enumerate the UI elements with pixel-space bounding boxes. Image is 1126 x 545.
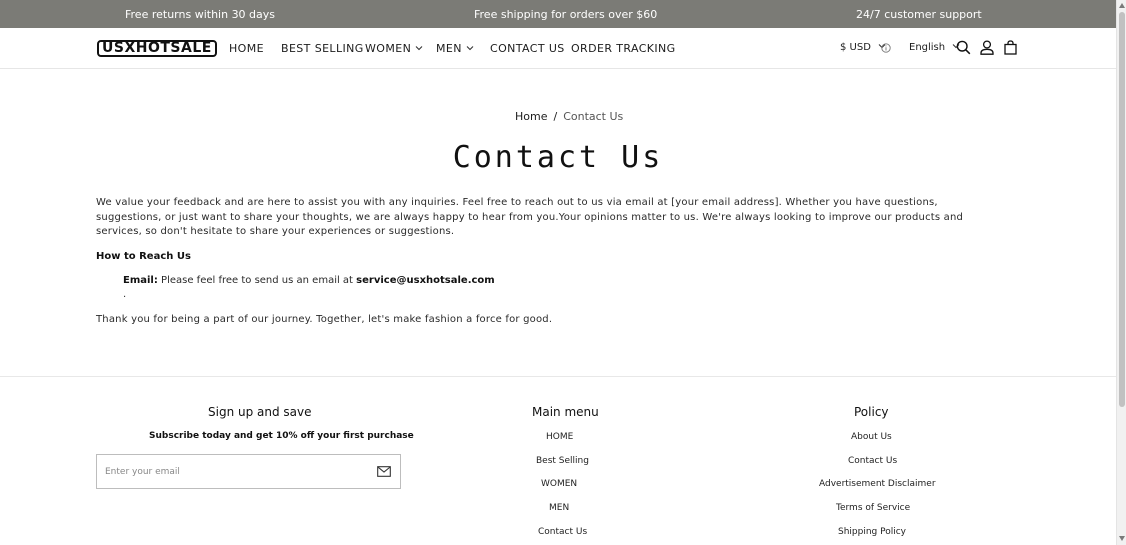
signup-heading: Sign up and save: [208, 405, 312, 419]
footer-link-men[interactable]: MEN: [549, 503, 569, 513]
email-contact-item: Email: Please feel free to send us an em…: [123, 275, 495, 286]
nav-home[interactable]: HOME: [229, 42, 264, 55]
scroll-up-arrow-icon[interactable]: [1119, 3, 1125, 8]
account-icon[interactable]: [980, 40, 994, 55]
scroll-down-arrow-icon[interactable]: [1119, 536, 1125, 541]
footer-link-women[interactable]: WOMEN: [541, 479, 577, 489]
announcement-bar: Free returns within 30 days Free shippin…: [0, 0, 1116, 28]
email-label: Email:: [123, 275, 158, 286]
chevron-down-icon: [466, 45, 474, 51]
search-icon[interactable]: [956, 40, 971, 55]
footer-link-advertisement-disclaimer[interactable]: Advertisement Disclaimer: [819, 479, 936, 489]
site-logo[interactable]: USXHOTSALE: [97, 40, 217, 57]
main-menu-heading: Main menu: [532, 405, 599, 419]
reach-us-heading: How to Reach Us: [96, 251, 191, 262]
policy-heading: Policy: [854, 405, 889, 419]
footer-divider: [0, 376, 1116, 377]
page-title: Contact Us: [452, 140, 664, 175]
breadcrumb-current: Contact Us: [563, 110, 624, 123]
footer-link-best-selling[interactable]: Best Selling: [536, 456, 589, 466]
nav-men-label: MEN: [436, 42, 462, 55]
envelope-submit-icon[interactable]: [377, 466, 391, 477]
site-header: USXHOTSALE HOME BEST SELLING WOMEN MEN C…: [0, 28, 1116, 69]
scroll-thumb[interactable]: [1119, 12, 1125, 407]
breadcrumb-separator: /: [553, 110, 558, 123]
thanks-paragraph: Thank you for being a part of our journe…: [96, 314, 553, 325]
footer-link-policy-contact-us[interactable]: Contact Us: [848, 456, 897, 466]
newsletter-form: [96, 454, 401, 489]
chevron-down-icon: [415, 45, 423, 51]
currency-selector[interactable]: $ USD: [840, 42, 886, 53]
footer-link-home[interactable]: HOME: [546, 432, 573, 442]
footer-link-terms-of-service[interactable]: Terms of Service: [836, 503, 910, 513]
nav-contact-us[interactable]: CONTACT US: [490, 42, 565, 55]
announcement-support: 24/7 customer support: [856, 8, 982, 21]
email-text: Please feel free to send us an email at: [161, 275, 353, 286]
breadcrumb: Home / Contact Us: [515, 110, 623, 123]
signup-subtext: Subscribe today and get 10% off your fir…: [149, 431, 414, 441]
nav-women[interactable]: WOMEN: [365, 42, 423, 55]
footer-link-shipping-policy[interactable]: Shipping Policy: [838, 527, 906, 537]
list-dot: .: [123, 289, 127, 300]
email-address-link[interactable]: service@usxhotsale.com: [356, 275, 495, 286]
info-icon[interactable]: [881, 43, 891, 53]
nav-men[interactable]: MEN: [436, 42, 474, 55]
announcement-shipping: Free shipping for orders over $60: [474, 8, 658, 21]
footer-link-contact-us[interactable]: Contact Us: [538, 527, 587, 537]
page-scrollbar[interactable]: [1116, 0, 1126, 545]
breadcrumb-home[interactable]: Home: [515, 110, 547, 123]
nav-women-label: WOMEN: [365, 42, 412, 55]
nav-best-selling[interactable]: BEST SELLING: [281, 42, 364, 55]
nav-order-tracking[interactable]: ORDER TRACKING: [571, 42, 676, 55]
announcement-returns: Free returns within 30 days: [125, 8, 276, 21]
currency-label: $ USD: [840, 42, 871, 53]
intro-paragraph: We value your feedback and are here to a…: [96, 197, 964, 237]
footer-link-about-us[interactable]: About Us: [851, 432, 892, 442]
cart-icon[interactable]: [1004, 40, 1017, 55]
newsletter-email-input[interactable]: [97, 455, 367, 488]
language-label: English: [909, 42, 946, 53]
language-selector[interactable]: English: [909, 42, 960, 53]
